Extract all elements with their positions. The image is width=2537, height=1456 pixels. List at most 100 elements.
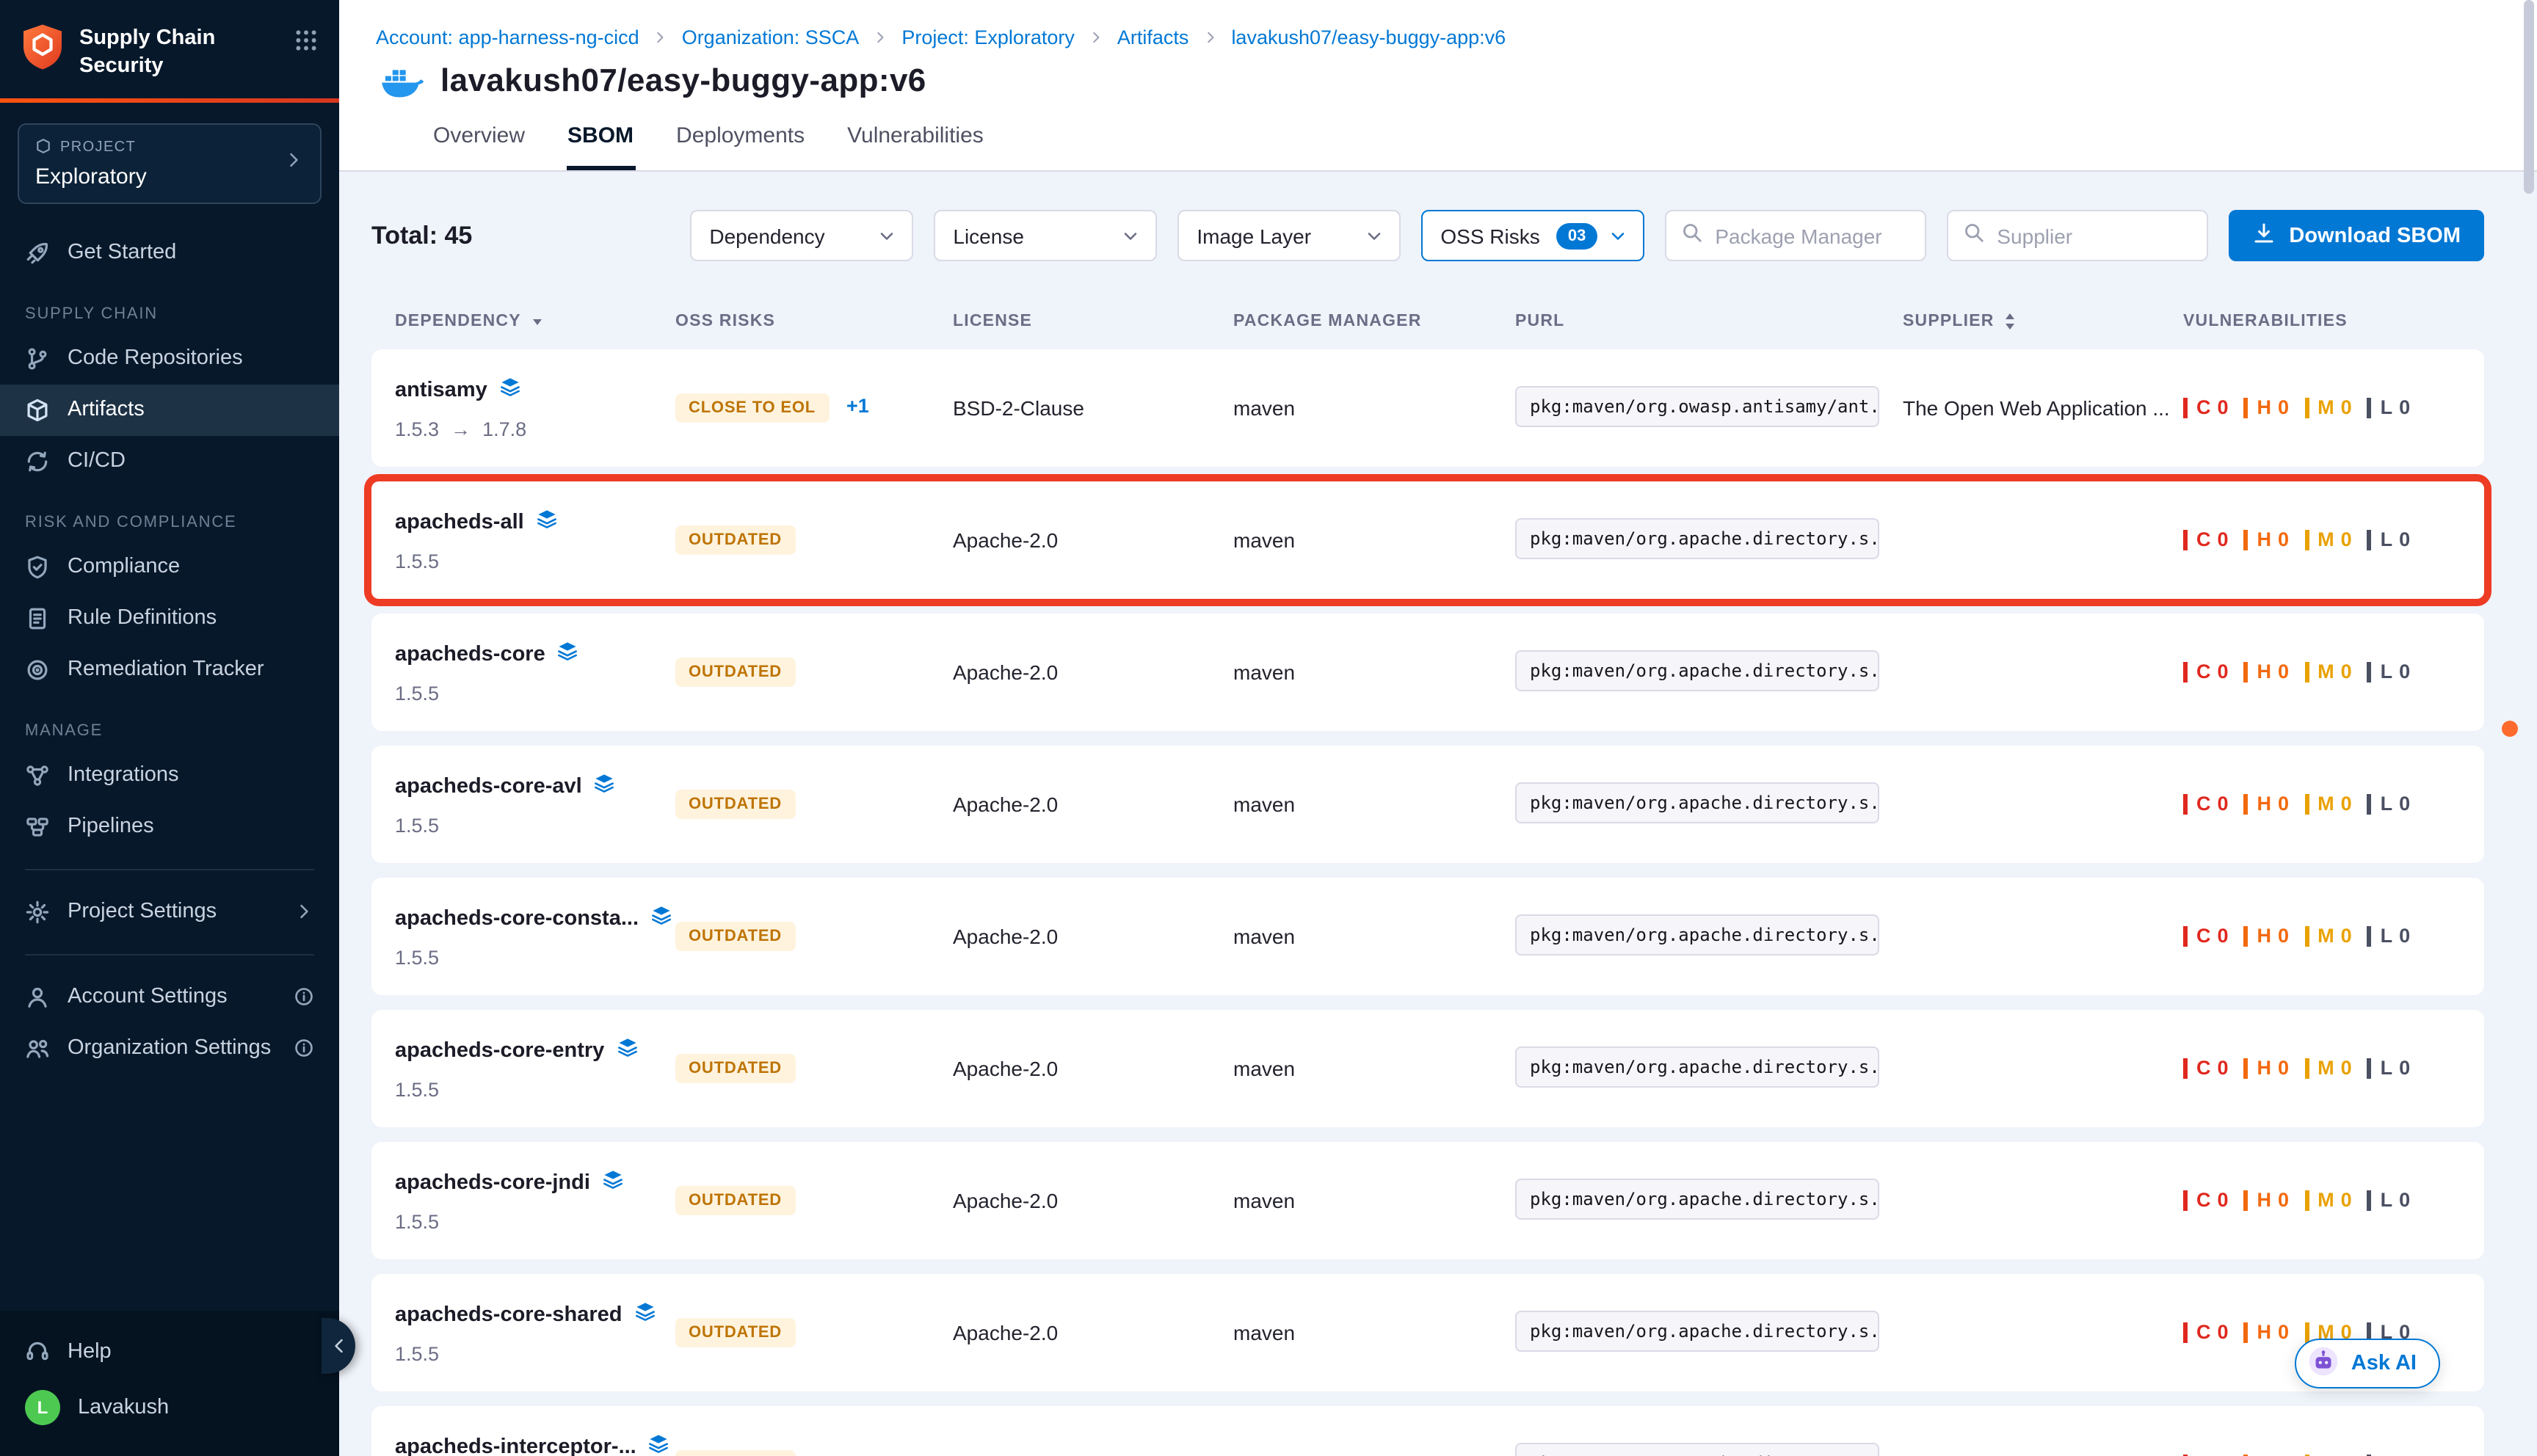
purl-chip[interactable]: pkg:maven/org.apache.directory.s... — [1515, 649, 1879, 691]
purl-chip[interactable]: pkg:maven/org.owasp.antisamy/ant... — [1515, 385, 1879, 426]
avatar: L — [25, 1390, 60, 1425]
vuln-high: H0 — [2244, 530, 2290, 550]
info-icon — [294, 1038, 314, 1058]
sidebar-item-organization-settings[interactable]: Organization Settings — [0, 1022, 339, 1074]
column-header-oss-risks[interactable]: OSS RISKS — [675, 313, 953, 330]
table-row-apacheds-core-shared[interactable]: apacheds-core-shared 1.5.5 OUTDATED Apac… — [371, 1274, 2484, 1391]
page-title: lavakush07/easy-buggy-app:v6 — [440, 62, 926, 100]
table-row-apacheds-interceptor[interactable]: apacheds-interceptor-... 1.5.5 OUTDATED … — [371, 1406, 2484, 1456]
purl-chip[interactable]: pkg:maven/org.apache.directory.s... — [1515, 914, 1879, 955]
sidebar-item-account-settings[interactable]: Account Settings — [0, 971, 339, 1022]
git-branch-icon — [25, 346, 50, 371]
table-row-apacheds-core-avl[interactable]: apacheds-core-avl 1.5.5 OUTDATED Apache-… — [371, 746, 2484, 863]
purl-chip[interactable]: pkg:maven/org.apache.directory.s... — [1515, 1178, 1879, 1219]
dependency-cell: apacheds-core-jndi 1.5.5 — [395, 1168, 675, 1233]
sidebar-section-supply-chain: SUPPLY CHAIN — [0, 278, 339, 332]
vuln-high: H0 — [2244, 1190, 2290, 1211]
user-menu[interactable]: L Lavakush — [0, 1377, 339, 1438]
purl-chip[interactable]: pkg:maven/org.apache.directory.s... — [1515, 1046, 1879, 1087]
breadcrumb-link-account-app-harness-ng-cicd[interactable]: Account: app-harness-ng-cicd — [376, 26, 639, 48]
scrollbar-thumb[interactable] — [2524, 0, 2534, 194]
feedback-widget-dot[interactable] — [2502, 721, 2518, 737]
vuln-high: H0 — [2244, 1322, 2290, 1343]
tab-overview[interactable]: Overview — [432, 117, 526, 170]
vulnerabilities-cell: C0H0M0L0 — [2183, 530, 2461, 550]
breadcrumb-separator-icon — [872, 29, 888, 46]
filter-dependency[interactable]: Dependency — [690, 210, 913, 261]
divider — [25, 868, 314, 870]
sidebar-item-compliance[interactable]: Compliance — [0, 541, 339, 592]
rocket-icon — [25, 240, 50, 265]
breadcrumb-link-lavakush07-easy-buggy-app-v6[interactable]: lavakush07/easy-buggy-app:v6 — [1231, 26, 1506, 48]
sidebar-item-rule-definitions[interactable]: Rule Definitions — [0, 592, 339, 644]
dependency-cell: apacheds-all 1.5.5 — [395, 508, 675, 572]
sidebar-section-manage: MANAGE — [0, 695, 339, 749]
purl-cell: pkg:maven/org.apache.directory.s... — [1515, 517, 1903, 563]
column-header-purl[interactable]: PURL — [1515, 313, 1903, 330]
table-row-antisamy[interactable]: antisamy 1.5.3 → 1.7.8 CLOSE TO EOL+1 BS… — [371, 349, 2484, 467]
breadcrumb-link-project-exploratory[interactable]: Project: Exploratory — [901, 26, 1075, 48]
purl-chip[interactable]: pkg:maven/org.apache.directory.s... — [1515, 1442, 1879, 1456]
package-manager-search[interactable] — [1665, 210, 1926, 261]
column-header-vulnerabilities[interactable]: VULNERABILITIES — [2183, 313, 2461, 330]
package-manager-cell: maven — [1233, 660, 1515, 684]
table-row-apacheds-core-entry[interactable]: apacheds-core-entry 1.5.5 OUTDATED Apach… — [371, 1010, 2484, 1127]
layers-icon — [602, 1168, 624, 1196]
pipeline-icon — [25, 814, 50, 839]
layers-icon — [557, 640, 579, 668]
project-label: PROJECT — [60, 139, 136, 156]
purl-chip[interactable]: pkg:maven/org.apache.directory.s... — [1515, 782, 1879, 823]
sidebar-item-integrations[interactable]: Integrations — [0, 749, 339, 801]
purl-chip[interactable]: pkg:maven/org.apache.directory.s... — [1515, 517, 1879, 558]
filter-license[interactable]: License — [934, 210, 1157, 261]
package-manager-search-input[interactable] — [1715, 224, 1910, 247]
column-header-supplier[interactable]: SUPPLIER — [1903, 311, 2183, 332]
tab-vulnerabilities[interactable]: Vulnerabilities — [846, 117, 985, 170]
ask-ai-button[interactable]: Ask AI — [2295, 1339, 2440, 1388]
upgrade-arrow-icon: → — [451, 418, 471, 440]
package-manager-cell: maven — [1233, 925, 1515, 948]
purl-cell: pkg:maven/org.apache.directory.s... — [1515, 914, 1903, 959]
sidebar-item-artifacts[interactable]: Artifacts — [0, 384, 339, 435]
vuln-critical: C0 — [2183, 1190, 2229, 1211]
sidebar-item-ci-cd[interactable]: CI/CD — [0, 435, 339, 487]
supplier-search[interactable] — [1947, 210, 2208, 261]
vuln-high: H0 — [2244, 1058, 2290, 1079]
project-selector[interactable]: PROJECT Exploratory — [18, 123, 322, 203]
table-row-apacheds-core-consta[interactable]: apacheds-core-consta... 1.5.5 OUTDATED A… — [371, 878, 2484, 995]
vuln-critical: C0 — [2183, 926, 2229, 947]
sidebar-item-get-started[interactable]: Get Started — [0, 227, 339, 278]
sidebar-footer: Help L Lavakush — [0, 1311, 339, 1456]
column-header-dependency[interactable]: DEPENDENCY — [395, 313, 675, 330]
purl-chip[interactable]: pkg:maven/org.apache.directory.s... — [1515, 1310, 1879, 1351]
vuln-medium: M0 — [2304, 1058, 2353, 1079]
tab-deployments[interactable]: Deployments — [675, 117, 806, 170]
breadcrumb-link-organization-ssca[interactable]: Organization: SSCA — [682, 26, 860, 48]
apps-grid-icon[interactable] — [294, 22, 319, 60]
sidebar-item-code-repositories[interactable]: Code Repositories — [0, 332, 339, 384]
sidebar-item-project-settings[interactable]: Project Settings — [0, 886, 339, 937]
filter-oss-risks[interactable]: OSS Risks 03 — [1421, 210, 1644, 261]
purl-cell: pkg:maven/org.apache.directory.s... — [1515, 1442, 1903, 1456]
vuln-high: H0 — [2244, 794, 2290, 815]
dependency-cell: apacheds-core-entry 1.5.5 — [395, 1036, 675, 1101]
supplier-search-input[interactable] — [1997, 224, 2192, 247]
table-row-apacheds-core-jndi[interactable]: apacheds-core-jndi 1.5.5 OUTDATED Apache… — [371, 1142, 2484, 1259]
more-risks-link[interactable]: +1 — [846, 395, 869, 417]
target-icon — [25, 657, 50, 682]
oss-risks-cell: OUTDATED — [675, 1450, 953, 1456]
sidebar-item-remediation-tracker[interactable]: Remediation Tracker — [0, 644, 339, 695]
vuln-low: L0 — [2367, 530, 2411, 550]
filter-image-layer[interactable]: Image Layer — [1177, 210, 1401, 261]
column-header-license[interactable]: LICENSE — [953, 313, 1233, 330]
download-sbom-button[interactable]: Download SBOM — [2229, 210, 2484, 261]
sidebar-item-pipelines[interactable]: Pipelines — [0, 801, 339, 852]
vuln-medium: M0 — [2304, 1190, 2353, 1211]
risk-badge: CLOSE TO EOL — [675, 393, 829, 423]
table-row-apacheds-core[interactable]: apacheds-core 1.5.5 OUTDATED Apache-2.0 … — [371, 614, 2484, 731]
tab-sbom[interactable]: SBOM — [566, 117, 635, 170]
sidebar-item-help[interactable]: Help — [0, 1325, 339, 1377]
table-row-apacheds-all[interactable]: apacheds-all 1.5.5 OUTDATED Apache-2.0 m… — [371, 481, 2484, 599]
column-header-package-manager[interactable]: PACKAGE MANAGER — [1233, 313, 1515, 330]
breadcrumb-link-artifacts[interactable]: Artifacts — [1117, 26, 1189, 48]
